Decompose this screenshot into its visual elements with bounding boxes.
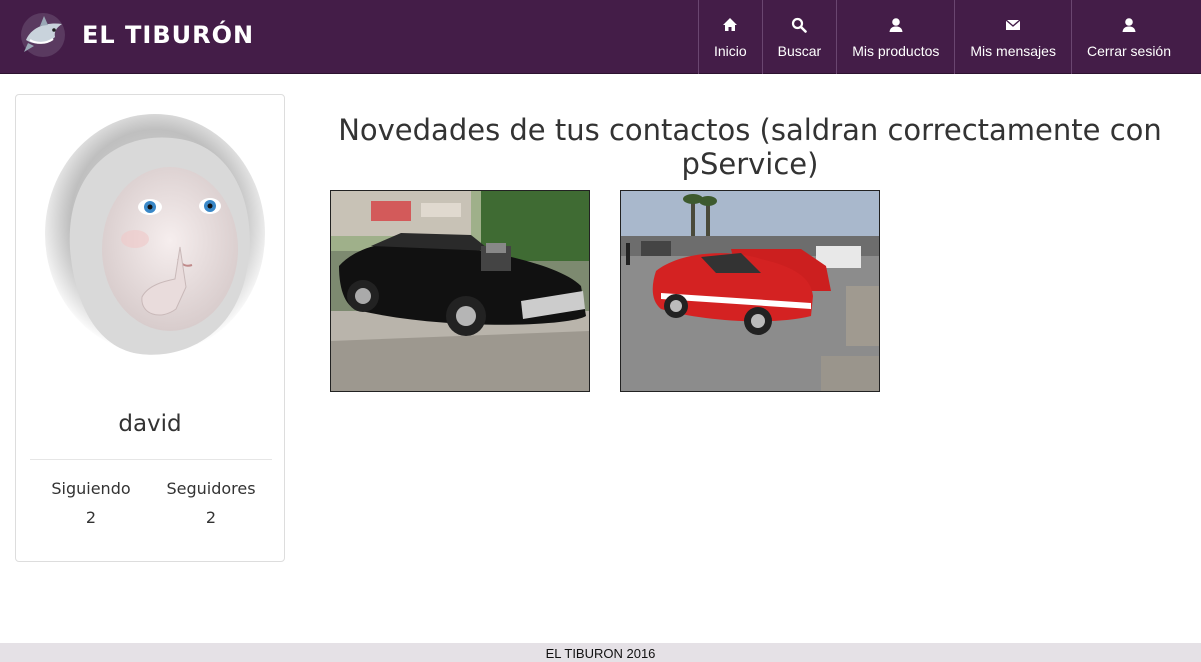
main-nav: Inicio Buscar Mis productos Mis mensajes…	[697, 0, 1186, 74]
following-stat[interactable]: Siguiendo 2	[30, 479, 152, 527]
profile-username: david	[118, 411, 182, 437]
followers-label: Seguidores	[166, 479, 256, 498]
user-icon	[888, 17, 904, 33]
brand-name: EL TIBURÓN	[82, 21, 255, 49]
brand-link[interactable]: EL TIBURÓN	[18, 10, 254, 60]
profile-card: david Siguiendo 2 Seguidores 2	[15, 94, 285, 562]
page-title: Novedades de tus contactos (saldran corr…	[338, 113, 1162, 181]
nav-item-mis-productos[interactable]: Mis productos	[836, 0, 954, 74]
search-icon	[791, 17, 808, 33]
black-car-photo	[331, 191, 589, 391]
nav-item-buscar[interactable]: Buscar	[761, 0, 837, 74]
nav-item-mis-mensajes[interactable]: Mis mensajes	[954, 0, 1071, 74]
photo-black-car[interactable]	[330, 190, 590, 392]
following-label: Siguiendo	[51, 479, 131, 498]
following-count: 2	[85, 508, 97, 527]
home-icon	[722, 17, 738, 33]
shark-icon	[21, 13, 65, 57]
nav-item-cerrar-sesion[interactable]: Cerrar sesión	[1070, 0, 1186, 74]
followers-count: 2	[205, 508, 217, 527]
envelope-icon	[1005, 17, 1021, 33]
user-icon	[1121, 17, 1137, 33]
nav-label-cerrar-sesion: Cerrar sesión	[1086, 43, 1171, 59]
nav-label-mis-mensajes: Mis mensajes	[970, 43, 1056, 59]
red-car-photo	[621, 191, 879, 391]
nav-label-mis-productos: Mis productos	[852, 43, 940, 59]
photo-red-car[interactable]	[620, 190, 880, 392]
profile-divider	[30, 459, 272, 460]
nav-item-inicio[interactable]: Inicio	[697, 0, 762, 74]
nav-label-buscar: Buscar	[777, 43, 822, 59]
navbar: EL TIBURÓN Inicio Buscar Mis productos M…	[0, 0, 1201, 74]
avatar[interactable]	[30, 109, 270, 384]
followers-stat[interactable]: Seguidores 2	[150, 479, 272, 527]
footer: EL TIBURON 2016	[0, 643, 1201, 662]
nav-label-inicio: Inicio	[713, 43, 747, 59]
